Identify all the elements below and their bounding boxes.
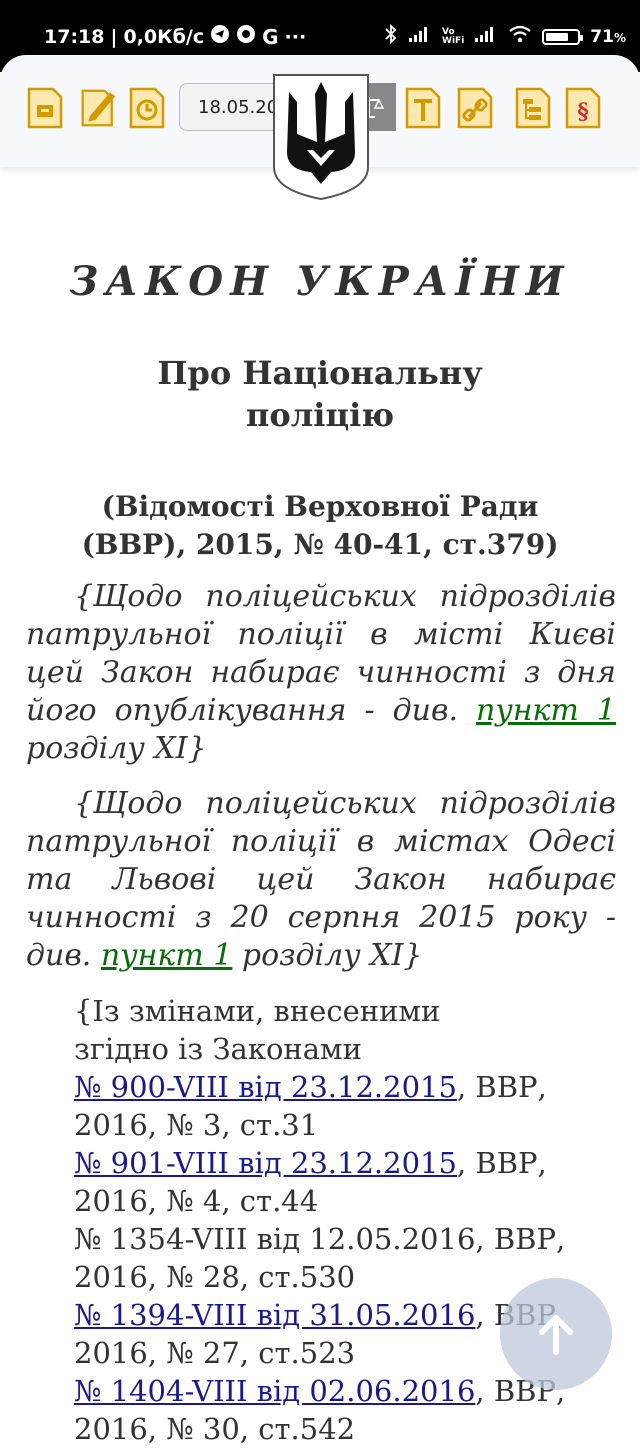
status-separator: |	[110, 25, 118, 48]
amendment-law-link[interactable]: № 1404-VIII від 02.06.2016	[74, 1374, 475, 1408]
telegram-icon	[210, 24, 230, 49]
effective-note-kyiv: {Щодо поліцейських підрозділів патрульно…	[26, 578, 616, 768]
history-button[interactable]	[127, 85, 167, 131]
amendment-item: № 1354-VIII від 12.05.2016, ВВР,	[74, 1222, 566, 1256]
archive-button[interactable]	[25, 85, 65, 131]
amendments-intro: згідно із Законами	[74, 1032, 362, 1066]
amendment-publication: 2016, № 4, ст.44	[74, 1184, 319, 1218]
coat-of-arms-icon	[273, 74, 369, 201]
edit-button[interactable]	[79, 85, 119, 131]
text-button[interactable]	[403, 85, 443, 131]
amendment-law-link[interactable]: № 1394-VIII від 31.05.2016	[74, 1298, 475, 1332]
amendment-publication: 2016, № 28, ст.530	[74, 1260, 356, 1294]
vowifi-label: Vo WiFi	[442, 27, 465, 46]
battery-icon	[542, 28, 584, 45]
text-icon	[405, 87, 441, 129]
amendment-law-text: № 1354-VIII від 12.05.2016	[74, 1222, 476, 1256]
amendments-intro: {Із змінами, внесеними	[74, 994, 441, 1028]
archive-icon	[27, 87, 63, 129]
scroll-to-top-button[interactable]	[500, 1278, 612, 1390]
google-icon: G	[262, 24, 279, 49]
paragraph-button[interactable]: §	[563, 85, 603, 131]
status-time: 17:18	[44, 25, 105, 48]
vowifi-bottom: WiFi	[442, 35, 465, 46]
wifi-icon	[508, 25, 532, 48]
amendment-item: № 1404-VIII від 02.06.2016, ВВР,	[74, 1374, 566, 1408]
law-subtitle: Про Національну поліцію	[157, 354, 483, 434]
amendment-publication: 2016, № 3, ст.31	[74, 1108, 319, 1142]
amendment-publication: 2016, № 30, ст.542	[74, 1412, 356, 1446]
paragraph-icon: §	[565, 87, 601, 129]
note-text: розділу XI}	[232, 938, 423, 973]
status-speed: 0,0Кб/с	[123, 25, 205, 48]
svg-text:§: §	[577, 99, 589, 125]
app-icon	[236, 24, 256, 49]
law-title: ЗАКОН УКРАЇНИ	[69, 258, 571, 305]
amendment-item: № 900-VIII від 23.12.2015, ВВР,	[74, 1070, 547, 1104]
arrow-up-icon	[539, 1315, 573, 1355]
effective-note-odesa-lviv: {Щодо поліцейських підрозділів патрульно…	[26, 785, 616, 975]
section-link[interactable]: пункт 1	[476, 693, 616, 728]
amendment-law-link[interactable]: № 900-VIII від 23.12.2015	[74, 1070, 457, 1104]
link-icon	[457, 87, 493, 129]
amendments-list: {Із змінами, внесеними згідно із Законам…	[74, 992, 594, 1448]
section-link[interactable]: пункт 1	[101, 938, 232, 973]
structure-button[interactable]	[513, 85, 553, 131]
structure-icon	[515, 87, 551, 129]
note-text: розділу XI}	[26, 731, 207, 766]
signal-icon	[408, 25, 432, 48]
document-toolbar: 18.05.202 §	[0, 55, 640, 201]
bluetooth-icon	[384, 23, 398, 49]
history-icon	[129, 87, 165, 129]
battery-percent: 71%	[590, 26, 626, 47]
edit-icon	[81, 89, 116, 127]
status-more: ···	[284, 25, 307, 48]
signal-icon-2	[474, 25, 498, 48]
amendment-law-link[interactable]: № 901-VIII від 23.12.2015	[74, 1146, 457, 1180]
amendment-item: № 901-VIII від 23.12.2015, ВВР,	[74, 1146, 547, 1180]
law-source: (Відомості Верховної Ради (ВВР), 2015, №…	[81, 490, 559, 561]
link-button[interactable]	[455, 85, 495, 131]
